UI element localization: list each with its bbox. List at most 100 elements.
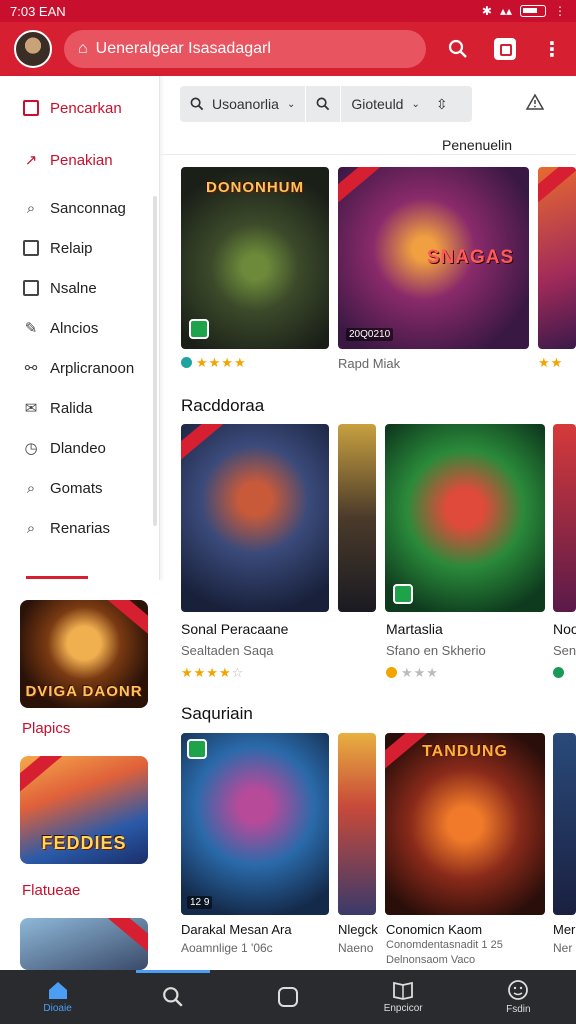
featured-card-1[interactable]: DVIGA DAONR — [20, 600, 148, 708]
sidebar-item[interactable]: ✎ Alncios — [0, 308, 159, 348]
sidebar-item[interactable]: Pencarkan — [0, 88, 159, 128]
search-icon — [190, 97, 204, 111]
featured-card-1-title: DVIGA DAONR — [25, 683, 143, 700]
search-icon: ⌕ — [26, 519, 36, 537]
game-card[interactable] — [553, 733, 576, 915]
filter-dropdown-1[interactable]: Usoanorlia ⌄ — [180, 86, 305, 122]
sidebar-item[interactable]: ⌕ Gomats — [0, 468, 159, 508]
nav-profile-label: Fsdin — [506, 1004, 531, 1015]
square-shape — [23, 100, 39, 116]
mail-icon: ✉ — [24, 400, 38, 417]
game-art — [181, 424, 329, 612]
sidebar-item[interactable]: Relaip — [0, 228, 159, 268]
game-code: 20Q0210 — [346, 328, 394, 341]
sidebar-item[interactable]: ⚯ Arplicranoon — [0, 348, 159, 388]
nav-home-label: Dioaie — [43, 1003, 72, 1014]
game-title[interactable]: Darakal Mesan Ara — [181, 922, 292, 937]
game-card[interactable] — [338, 424, 376, 612]
game-card[interactable] — [385, 424, 545, 612]
square-icon — [22, 99, 40, 117]
rating-stars: ★★ — [538, 355, 564, 370]
game-card[interactable] — [553, 424, 576, 612]
game-card[interactable]: DONONHUM — [181, 167, 329, 349]
game-title[interactable]: Martaslia — [386, 621, 443, 637]
featured-card-2-title: FEDDIES — [41, 833, 127, 853]
status-time: 7:03 EAN — [10, 3, 66, 19]
search-icon: ⌕ — [26, 479, 36, 497]
sidebar-item-label: Relaip — [50, 239, 93, 257]
game-code: 12 9 — [187, 896, 213, 909]
search-icon: ⌕ — [26, 199, 36, 217]
status-icons: ✱ ▴▴ ⋮ — [482, 4, 566, 18]
search-bar[interactable]: ⌂ Ueneralgear Isasadagarl — [64, 30, 426, 68]
game-subtitle: Naeno — [338, 941, 374, 955]
ribbon — [106, 918, 148, 956]
sidebar-item-label: Dlandeo — [50, 439, 106, 457]
game-title[interactable]: Conomicn Kaom — [386, 922, 482, 937]
featured-column: DVIGA DAONR Plapics FEDDIES Flatueae — [0, 580, 160, 970]
sidebar-item-label: Gomats — [50, 479, 103, 497]
sidebar-item[interactable]: ⌕ Renarias — [0, 508, 159, 548]
filter-dropdown-2[interactable]: Gioteuld ⌄ ⇳ — [341, 86, 457, 122]
nav-home[interactable]: Dioaie — [18, 980, 98, 1014]
square-icon — [277, 987, 298, 1007]
warning-icon[interactable] — [526, 94, 544, 110]
game-subtitle: Sealtaden Saqa — [181, 643, 274, 658]
featured-card-2[interactable]: FEDDIES — [20, 756, 148, 864]
sidebar-item[interactable]: ↗ Penakian — [0, 140, 159, 180]
filter-bar: Usoanorlia ⌄ Gioteuld ⌄ ⇳ — [180, 86, 472, 122]
game-art-title: SNAGAS — [426, 247, 515, 268]
game-subtitle: Rapd Miak — [338, 356, 401, 371]
game-card[interactable]: 12 9 — [181, 733, 329, 915]
sidebar-item[interactable]: Nsalne — [0, 268, 159, 308]
game-card[interactable] — [538, 167, 576, 349]
sidebar-item-label: Arplicranoon — [50, 359, 135, 377]
camera-icon[interactable] — [494, 38, 516, 60]
sidebar-item-label: Nsalne — [50, 279, 97, 297]
sidebar-item[interactable]: ⌕ Sanconnag — [0, 188, 159, 228]
game-title[interactable]: Nlegck — [338, 922, 378, 937]
search-icon[interactable] — [448, 39, 468, 59]
game-card[interactable]: SNAGAS 20Q0210 — [338, 167, 529, 349]
nav-library[interactable] — [248, 986, 328, 1008]
featured-card-2-label[interactable]: Flatueae — [22, 882, 80, 899]
battery-icon — [520, 5, 546, 17]
sidebar-scrollbar[interactable] — [153, 196, 157, 526]
active-indicator — [136, 970, 210, 973]
game-card[interactable] — [181, 424, 329, 612]
face-icon — [508, 980, 529, 1000]
sidebar: Pencarkan ↗ Penakian ⌕ Sanconnag Relaip Nsalne… — [0, 76, 160, 580]
game-subtitle-2: Delnonsaom Vaco — [386, 954, 476, 966]
game-card[interactable]: TANDUNG — [385, 733, 545, 915]
sidebar-underline — [26, 576, 88, 579]
section-title-popular[interactable]: Saquriain — [181, 704, 253, 724]
nav-books[interactable]: Enpcicor — [363, 980, 443, 1014]
filter-search-button[interactable] — [306, 86, 340, 122]
game-art — [338, 424, 376, 612]
sidebar-item[interactable]: ✉ Ralida — [0, 388, 159, 428]
dot-icon — [181, 357, 192, 368]
nav-profile[interactable]: Fsdin — [478, 979, 558, 1015]
game-title[interactable]: Sonal Peracaane — [181, 621, 288, 637]
bluetooth-icon: ✱ — [481, 4, 492, 18]
avatar[interactable] — [14, 30, 52, 68]
chart-icon: ↗ — [24, 152, 38, 169]
game-card[interactable] — [338, 733, 376, 915]
game-title[interactable]: Mer — [553, 922, 575, 937]
featured-card-3[interactable] — [20, 918, 148, 970]
app-badge — [187, 739, 207, 759]
nav-search[interactable] — [133, 986, 213, 1008]
search-icon — [162, 987, 183, 1007]
section-title-recommended[interactable]: Racddoraa — [181, 396, 264, 416]
ribbon — [20, 756, 64, 794]
divider — [160, 154, 576, 155]
sidebar-item[interactable]: ◷ Dlandeo — [0, 428, 159, 468]
game-subtitle: Sen — [553, 643, 576, 658]
sidebar-item-label: Pencarkan — [50, 99, 122, 117]
dot-icon — [386, 667, 397, 678]
filter-2-label: Gioteuld — [351, 96, 404, 112]
game-title[interactable]: Noo — [553, 621, 576, 637]
more-vert-icon[interactable]: ⋮ — [542, 37, 562, 62]
featured-card-1-label[interactable]: Plapics — [22, 720, 70, 737]
section-label-top[interactable]: Penenuelin — [442, 137, 512, 153]
